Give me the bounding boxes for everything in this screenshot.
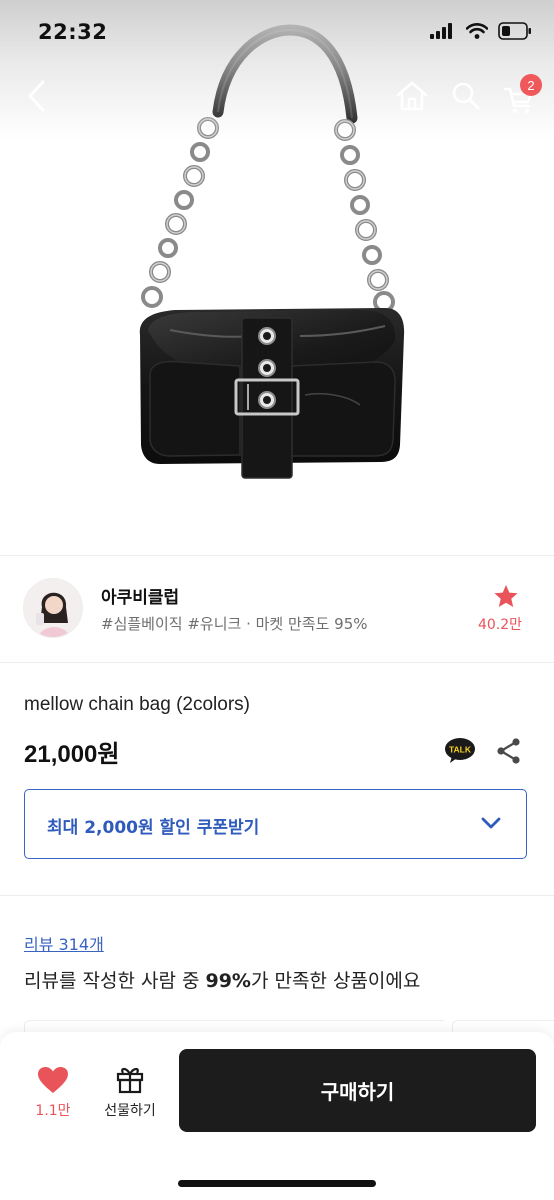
cart-button[interactable]: 2 <box>496 74 542 118</box>
review-summary-prefix: 리뷰를 작성한 사람 중 <box>24 970 206 992</box>
search-icon <box>452 82 480 110</box>
share-icon <box>497 738 520 764</box>
seller-avatar[interactable] <box>23 578 83 638</box>
coupon-label: 최대 2,000원 할인 쿠폰받기 <box>47 818 260 838</box>
seller-info[interactable]: 아쿠비클럽 #심플베이직 #유니크 · 마켓 만족도 95% 40.2만 <box>0 556 554 662</box>
cart-count-badge: 2 <box>520 74 542 96</box>
seller-tags: #심플베이직 #유니크 · 마켓 만족도 95% <box>101 615 368 633</box>
wifi-icon <box>466 23 488 39</box>
like-button[interactable]: 1.1만 <box>24 1064 82 1124</box>
status-icons <box>430 22 532 40</box>
review-summary-suffix: 가 만족한 상품이에요 <box>250 970 421 992</box>
home-icon <box>396 81 428 111</box>
search-button[interactable] <box>444 74 488 118</box>
seller-favorite-count: 40.2만 <box>477 617 523 633</box>
battery-icon <box>498 22 531 40</box>
back-chevron-icon <box>28 80 45 112</box>
gift-button[interactable]: 선물하기 <box>96 1064 164 1124</box>
heart-icon <box>38 1067 68 1093</box>
signal-icon <box>430 23 452 39</box>
kakao-talk-button[interactable]: TALK <box>444 737 476 769</box>
gift-label: 선물하기 <box>104 1103 156 1119</box>
review-count-link[interactable]: 리뷰 314개 <box>24 931 104 955</box>
kakao-talk-icon: TALK <box>445 738 475 763</box>
chevron-down-icon <box>481 817 501 829</box>
coupon-download-button[interactable]: 최대 2,000원 할인 쿠폰받기 <box>24 789 527 859</box>
gift-icon <box>116 1067 144 1094</box>
product-price: 21,000원 <box>24 741 120 768</box>
seller-avatar-image <box>24 579 82 637</box>
seller-name[interactable]: 아쿠비클럽 <box>101 583 179 608</box>
star-icon[interactable] <box>493 584 519 608</box>
divider <box>0 662 554 663</box>
back-button[interactable] <box>14 74 58 118</box>
divider <box>0 895 554 896</box>
home-button[interactable] <box>390 74 434 118</box>
buy-button[interactable]: 구매하기 <box>179 1049 536 1132</box>
like-count: 1.1만 <box>35 1103 71 1119</box>
status-bar: 22:32 <box>0 0 554 64</box>
product-image[interactable]: 22:32 2 <box>0 0 554 555</box>
review-satisfaction-percent: 99% <box>205 970 251 992</box>
product-title: mellow chain bag (2colors) <box>24 694 250 715</box>
svg-text:TALK: TALK <box>449 745 472 755</box>
share-button[interactable] <box>495 737 523 769</box>
review-satisfaction-summary: 리뷰를 작성한 사람 중 99%가 만족한 상품이에요 <box>24 966 420 993</box>
home-indicator <box>178 1180 376 1187</box>
status-time: 22:32 <box>38 20 108 44</box>
purchase-bottom-bar: 1.1만 선물하기 구매하기 <box>0 1032 554 1200</box>
